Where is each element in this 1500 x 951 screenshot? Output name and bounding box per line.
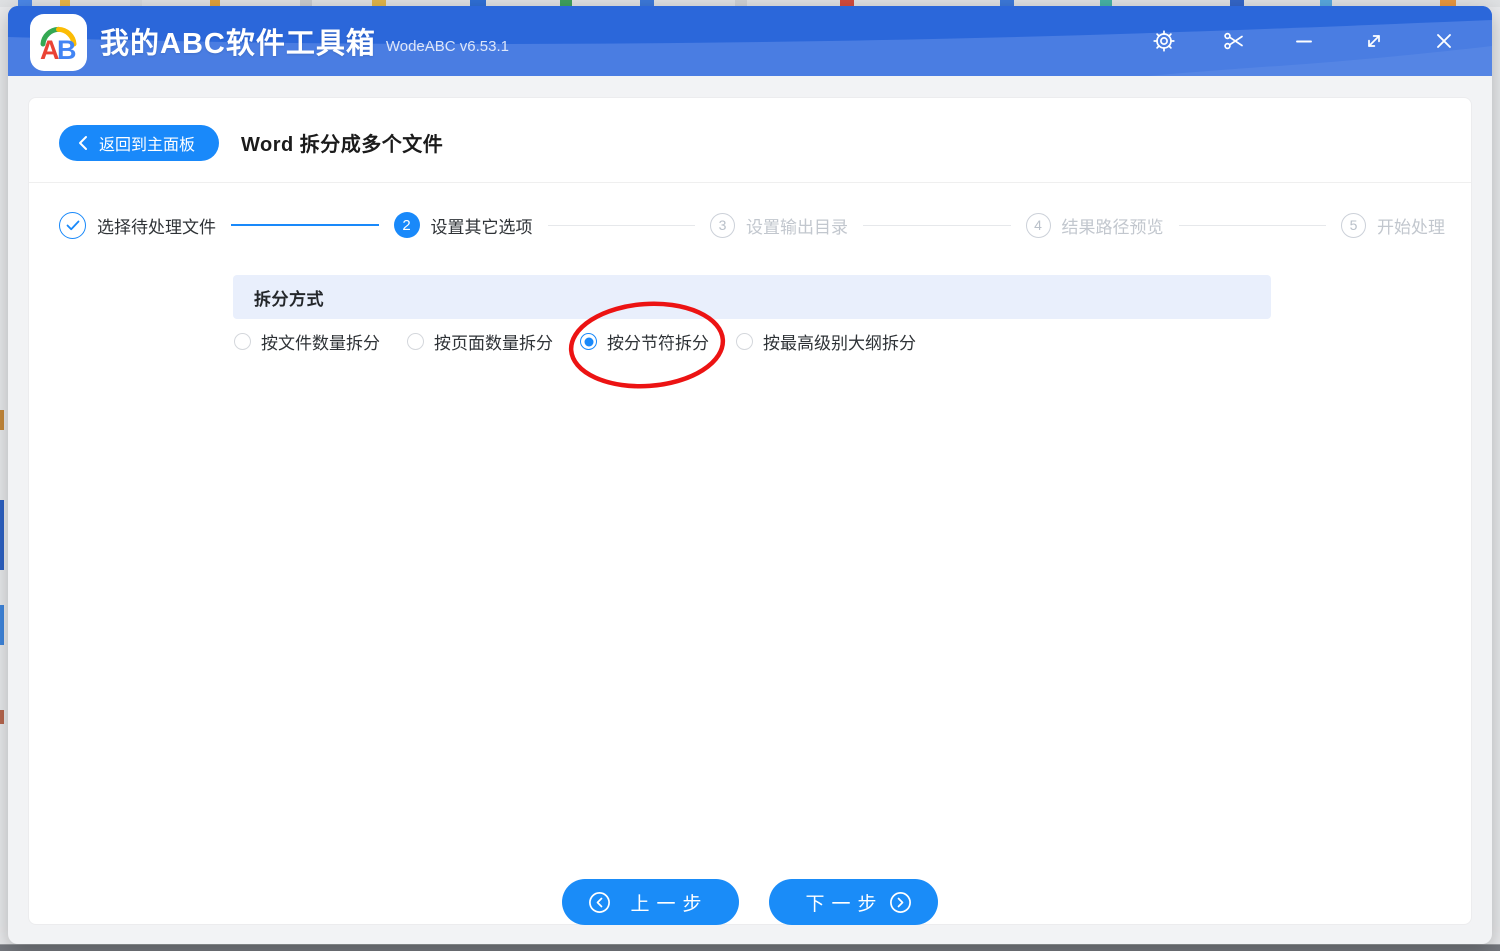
radio-split-by-file-count[interactable]: 按文件数量拆分: [234, 329, 380, 354]
step-1-check-icon: [59, 211, 86, 239]
step-1-label: 选择待处理文件: [97, 217, 216, 237]
desktop-background-artifacts-left: [0, 410, 4, 830]
app-title: 我的ABC软件工具箱: [100, 28, 376, 60]
circle-chevron-left-icon: [589, 891, 611, 913]
step-3-number: 3: [710, 212, 735, 238]
app-window: A B 我的ABC软件工具箱 WodeABC v6.53.1 返回到主面板 Wo…: [8, 6, 1492, 944]
settings-gear-icon[interactable]: [1142, 19, 1186, 63]
back-button-label: 返回到主面板: [99, 137, 196, 154]
taskbar-edge: [0, 944, 1500, 951]
step-connector: [863, 224, 1011, 226]
chevron-left-icon: [79, 136, 87, 150]
circle-chevron-right-icon: [889, 891, 911, 913]
app-logo: A B: [30, 13, 87, 71]
step-2-number: 2: [393, 212, 420, 238]
step-4-label: 结果路径预览: [1061, 217, 1164, 237]
step-4-number: 4: [1025, 212, 1051, 238]
app-version: WodeABC v6.53.1: [385, 37, 509, 55]
step-4-result-preview: 4 结果路径预览: [1025, 212, 1164, 238]
split-method-section-header: 拆分方式: [233, 275, 1271, 319]
minimize-icon[interactable]: [1282, 19, 1326, 63]
radio-split-by-page-count[interactable]: 按页面数量拆分: [407, 329, 553, 354]
radio-circle: [234, 333, 251, 350]
split-method-options: 按文件数量拆分 按页面数量拆分 按分节符拆分 按最高级别大纲拆分: [234, 329, 916, 354]
radio-circle: [736, 333, 753, 350]
radio-circle-checked: [580, 333, 597, 350]
step-indicator: 选择待处理文件 2 设置其它选项 3 设置输出目录 4 结果路径预览 5 开始处…: [59, 210, 1445, 240]
step-2-label: 设置其它选项: [430, 217, 533, 237]
step-5-label: 开始处理: [1377, 217, 1445, 237]
step-5-start-processing: 5 开始处理: [1341, 212, 1445, 238]
step-connector: [1178, 224, 1326, 226]
wizard-navigation: 上一步 下一步: [29, 879, 1471, 925]
step-2-other-options: 2 设置其它选项: [393, 212, 533, 238]
step-5-number: 5: [1341, 212, 1366, 238]
radio-circle: [407, 333, 424, 350]
previous-step-button[interactable]: 上一步: [562, 879, 739, 925]
page-title: Word 拆分成多个文件: [241, 134, 444, 156]
radio-split-by-section-break[interactable]: 按分节符拆分: [580, 329, 709, 354]
step-1-select-files: 选择待处理文件: [59, 211, 216, 239]
card-header: 返回到主面板 Word 拆分成多个文件: [29, 98, 1471, 183]
close-icon[interactable]: [1422, 19, 1466, 63]
step-connector: [547, 224, 695, 226]
main-card: 返回到主面板 Word 拆分成多个文件 选择待处理文件 2 设置其它选项 3 设…: [28, 97, 1472, 925]
split-method-title: 拆分方式: [254, 289, 324, 309]
scissors-icon[interactable]: [1212, 19, 1256, 63]
back-to-dashboard-button[interactable]: 返回到主面板: [59, 125, 220, 161]
step-3-output-dir: 3 设置输出目录: [710, 212, 848, 238]
step-3-label: 设置输出目录: [746, 217, 848, 237]
step-connector: [231, 224, 379, 226]
maximize-icon[interactable]: [1352, 19, 1396, 63]
svg-text:B: B: [57, 35, 77, 65]
next-step-button[interactable]: 下一步: [768, 879, 938, 925]
radio-split-by-top-outline-level[interactable]: 按最高级别大纲拆分: [736, 329, 916, 354]
titlebar: A B 我的ABC软件工具箱 WodeABC v6.53.1: [8, 6, 1492, 76]
